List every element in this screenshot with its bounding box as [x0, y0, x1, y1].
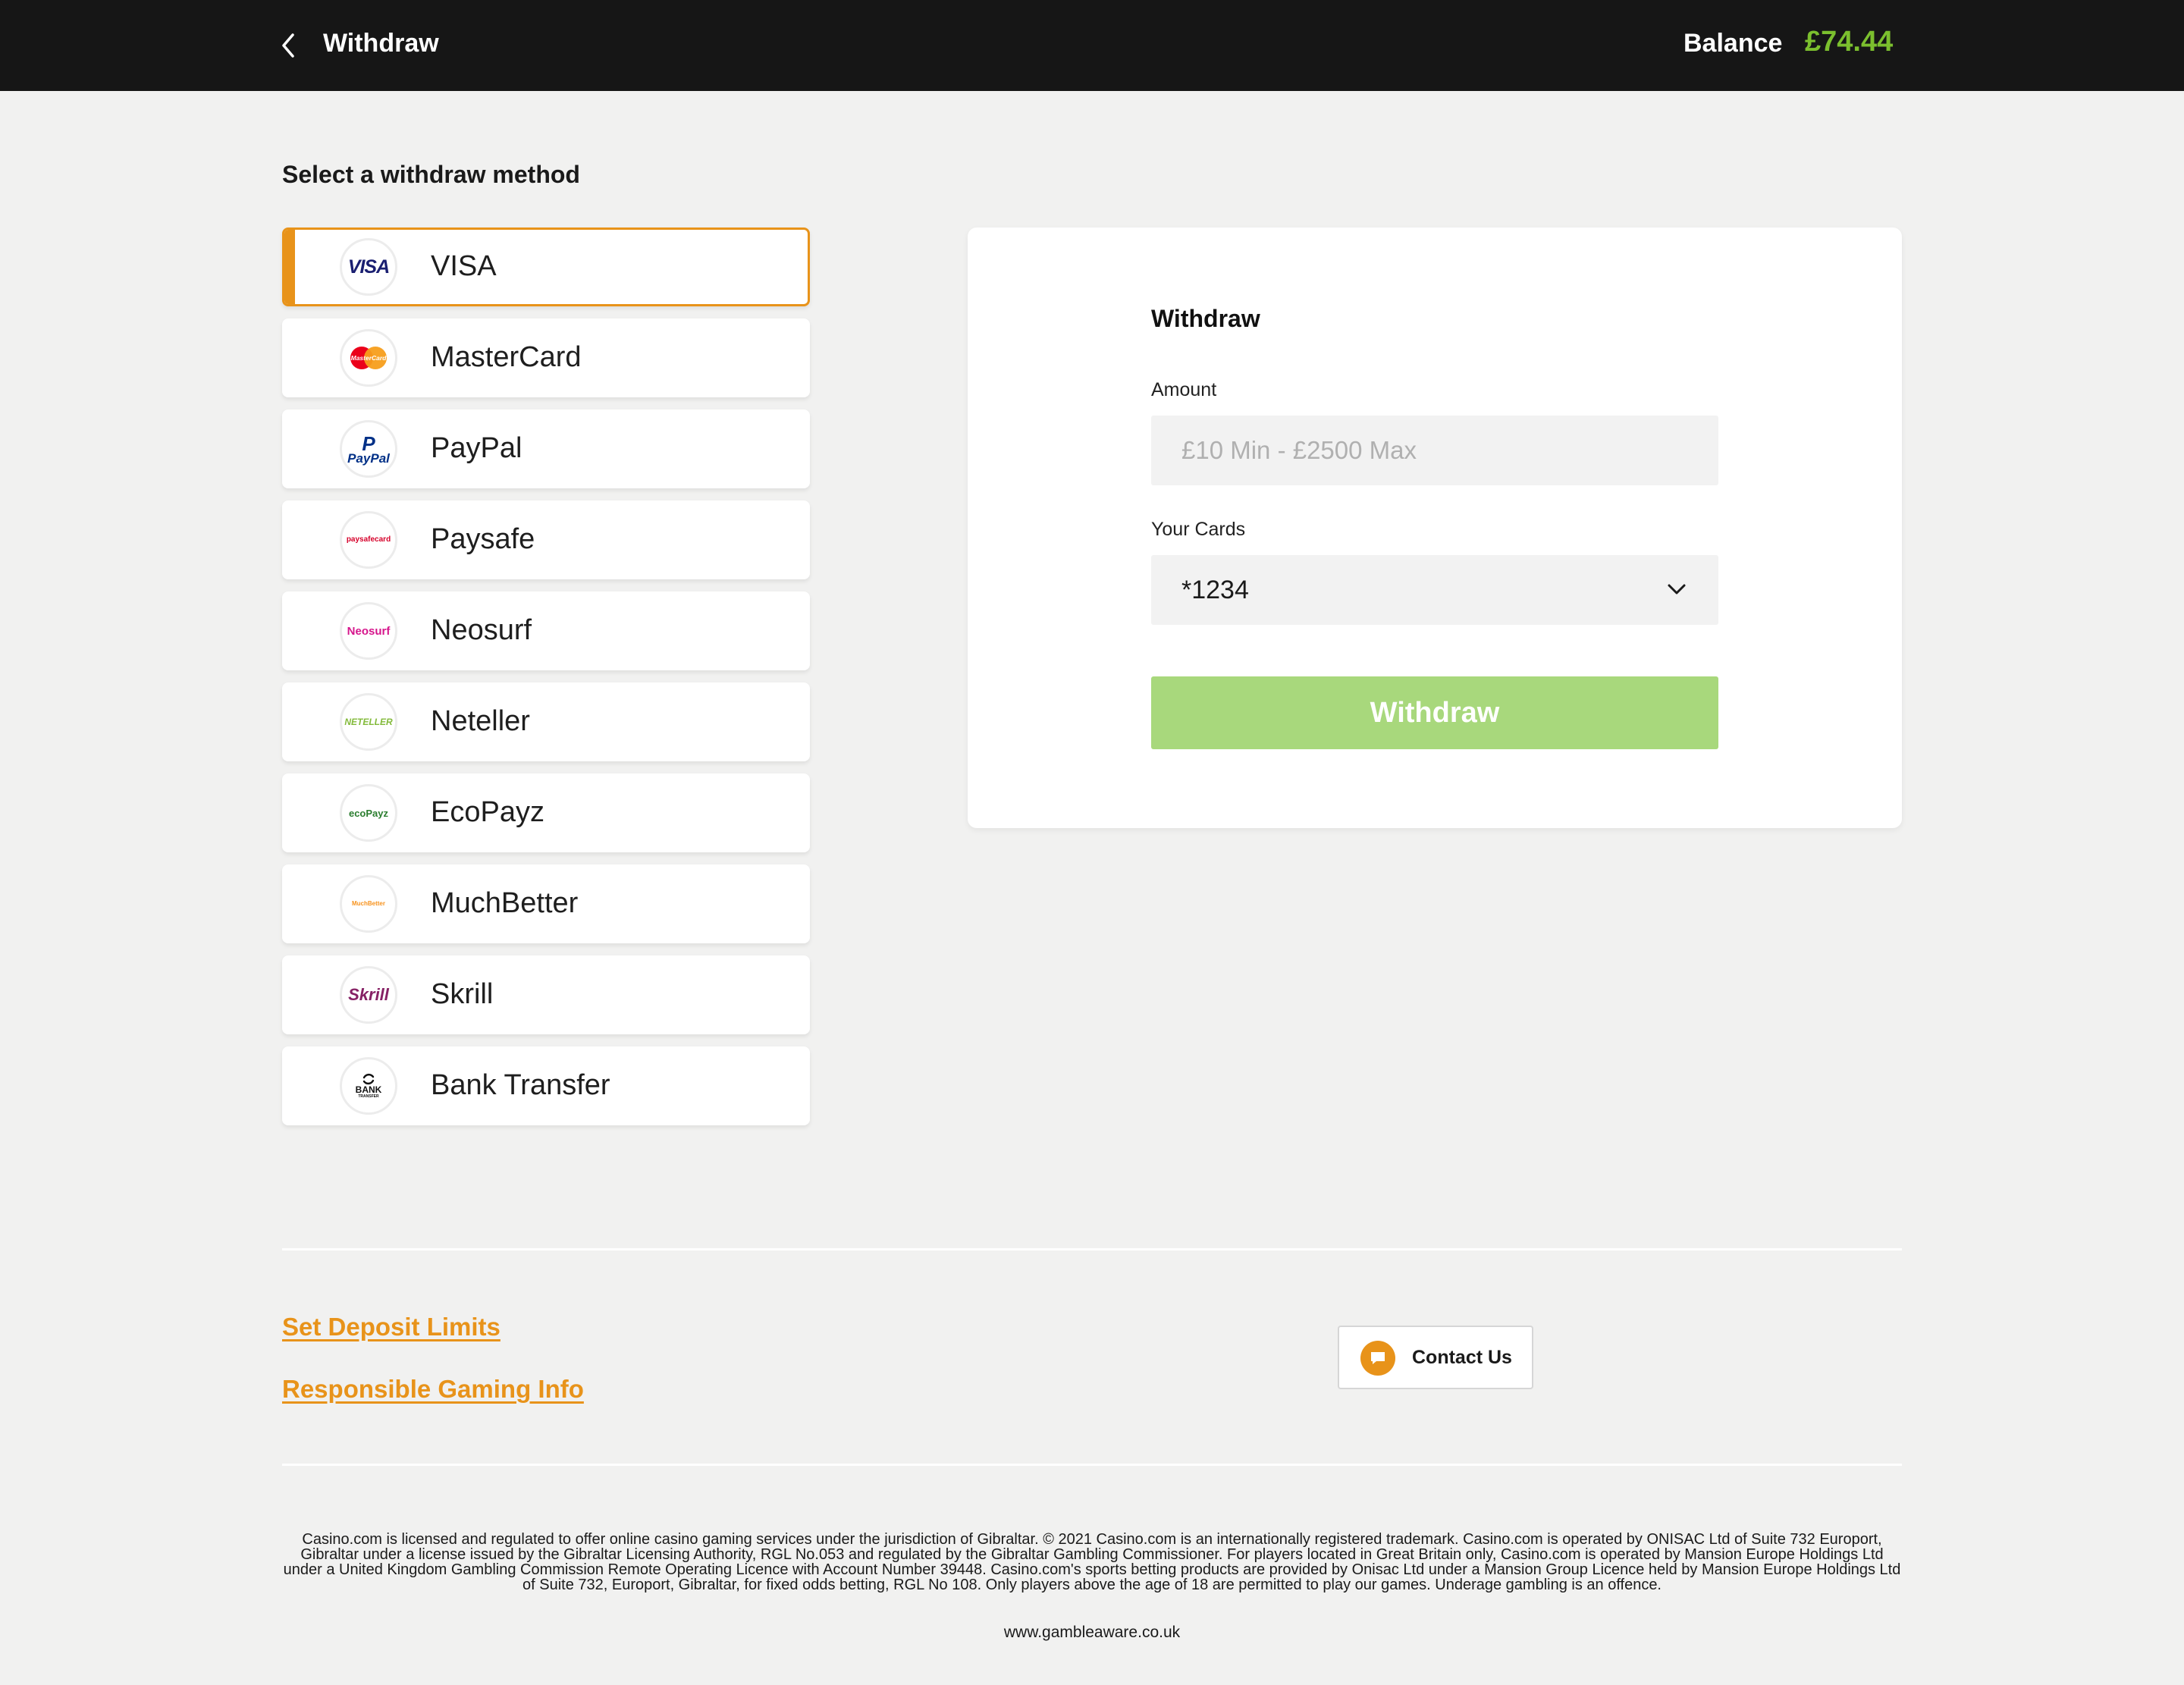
page-title: Withdraw: [323, 29, 439, 58]
legal-text: Casino.com is licensed and regulated to …: [283, 1531, 1901, 1593]
visa-logo-icon: VISA: [340, 238, 397, 296]
responsible-gaming-link[interactable]: Responsible Gaming Info: [282, 1375, 584, 1404]
card-select-value: *1234: [1181, 576, 1249, 604]
balance-value: £74.44: [1805, 26, 1894, 58]
method-item-visa[interactable]: VISA VISA: [282, 227, 810, 306]
withdraw-panel-title: Withdraw: [1151, 305, 1260, 332]
withdraw-panel: Withdraw Amount Your Cards *1234 Withdra…: [968, 227, 1902, 828]
method-list: VISA VISA MasterCard MasterCard P PayPal…: [282, 227, 810, 1137]
method-item-ecopayz[interactable]: ecoPayz EcoPayz: [282, 773, 810, 852]
footer-divider-top: [282, 1248, 1902, 1250]
top-bar: Withdraw Balance £74.44: [0, 0, 2184, 91]
method-item-bank-transfer[interactable]: BANK TRANSFER Bank Transfer: [282, 1046, 810, 1125]
method-item-skrill[interactable]: Skrill Skrill: [282, 955, 810, 1034]
method-label: EcoPayz: [431, 796, 544, 828]
method-label: Neosurf: [431, 614, 532, 646]
method-label: Skrill: [431, 978, 494, 1010]
chevron-left-icon: [282, 33, 294, 58]
method-section-title: Select a withdraw method: [282, 161, 580, 188]
amount-label: Amount: [1151, 379, 1217, 400]
contact-us-button[interactable]: Contact Us: [1338, 1326, 1533, 1389]
method-item-paypal[interactable]: P PayPal PayPal: [282, 409, 810, 488]
chat-bubble-icon: [1360, 1341, 1395, 1376]
chevron-down-icon: [1668, 584, 1686, 595]
set-deposit-limits-link[interactable]: Set Deposit Limits: [282, 1313, 500, 1341]
bank-transfer-logo-icon: BANK TRANSFER: [340, 1057, 397, 1115]
method-label: Bank Transfer: [431, 1069, 610, 1101]
back-button[interactable]: [275, 27, 302, 64]
gambleaware-text: www.gambleaware.co.uk: [1003, 1624, 1181, 1641]
neteller-logo-icon: NETELLER: [340, 693, 397, 751]
ecopayz-logo-icon: ecoPayz: [340, 784, 397, 842]
method-item-neosurf[interactable]: Neosurf Neosurf: [282, 591, 810, 670]
footer-divider-bottom: [282, 1464, 1902, 1466]
balance-label: Balance: [1684, 29, 1783, 58]
method-label: Paysafe: [431, 523, 535, 555]
method-item-paysafe[interactable]: paysafecard Paysafe: [282, 500, 810, 579]
cards-label: Your Cards: [1151, 519, 1246, 540]
paypal-logo-icon: P PayPal: [340, 420, 397, 478]
method-label: PayPal: [431, 432, 522, 464]
method-item-muchbetter[interactable]: MuchBetter MuchBetter: [282, 864, 810, 943]
amount-input[interactable]: [1151, 416, 1718, 485]
card-select[interactable]: *1234: [1151, 555, 1718, 625]
skrill-logo-icon: Skrill: [340, 966, 397, 1024]
svg-text:MasterCard: MasterCard: [351, 354, 388, 362]
method-label: MasterCard: [431, 341, 582, 373]
contact-us-label: Contact Us: [1412, 1347, 1512, 1368]
mastercard-logo-icon: MasterCard: [340, 329, 397, 387]
withdraw-button[interactable]: Withdraw: [1151, 676, 1718, 749]
method-label: MuchBetter: [431, 887, 579, 919]
method-item-mastercard[interactable]: MasterCard MasterCard: [282, 318, 810, 397]
muchbetter-logo-icon: MuchBetter: [340, 875, 397, 933]
method-item-neteller[interactable]: NETELLER Neteller: [282, 682, 810, 761]
paysafe-logo-icon: paysafecard: [340, 511, 397, 569]
method-label: VISA: [431, 250, 497, 282]
method-label: Neteller: [431, 705, 530, 737]
neosurf-logo-icon: Neosurf: [340, 602, 397, 660]
